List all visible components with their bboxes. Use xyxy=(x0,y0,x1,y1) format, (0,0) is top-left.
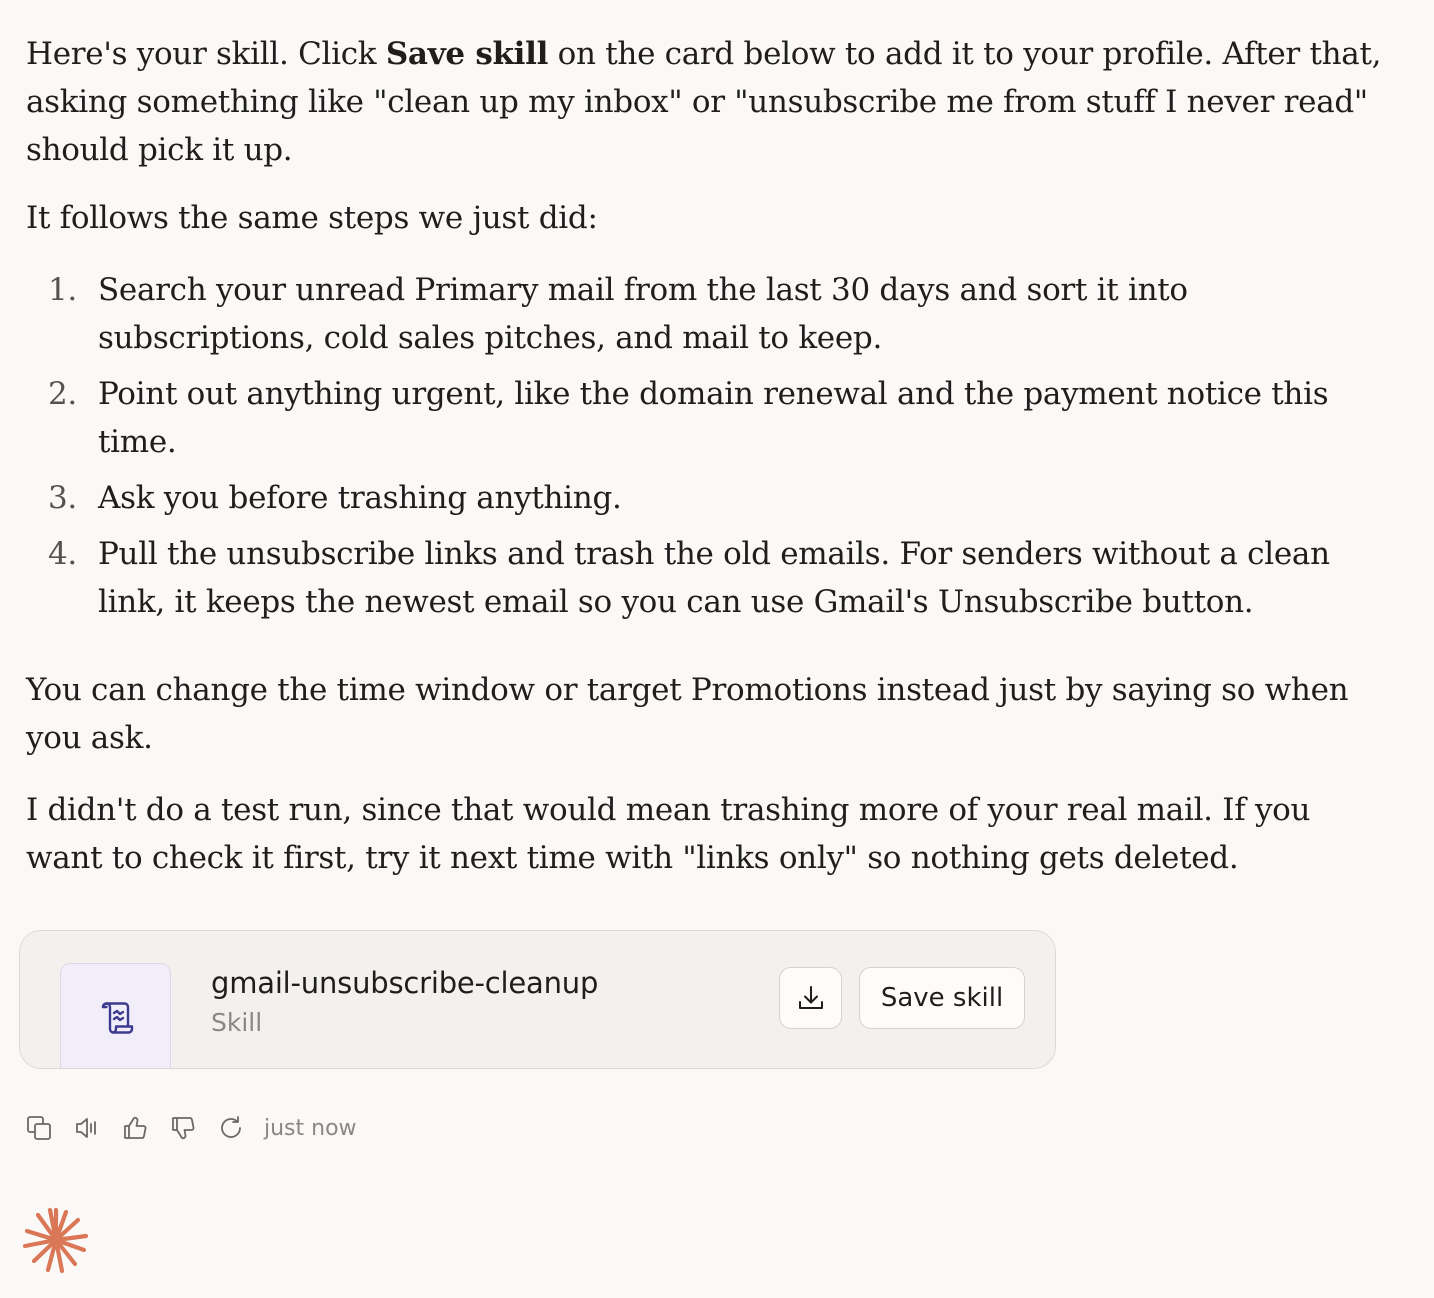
retry-icon xyxy=(221,1116,241,1138)
retry-button[interactable] xyxy=(216,1113,246,1143)
sparkle-logo-icon xyxy=(22,1207,89,1274)
list-item: 3. Ask you before trashing anything. xyxy=(26,474,1386,522)
list-item-text: Pull the unsubscribe links and trash the… xyxy=(98,536,1330,620)
thumbs-up-button[interactable] xyxy=(120,1113,150,1143)
save-skill-button[interactable]: Save skill xyxy=(859,967,1025,1029)
list-number: 1. xyxy=(48,272,77,308)
scroll-icon xyxy=(101,1002,134,1034)
list-number: 3. xyxy=(48,480,77,516)
download-button[interactable] xyxy=(779,967,842,1029)
claude-logo xyxy=(22,1206,90,1279)
list-item: 2. Point out anything urgent, like the d… xyxy=(26,370,1386,466)
list-item-text: Search your unread Primary mail from the… xyxy=(98,272,1188,356)
assistant-message: Here's your skill. Click Save skill on t… xyxy=(26,30,1386,882)
test-run-paragraph: I didn't do a test run, since that would… xyxy=(26,792,1311,876)
speaker-icon xyxy=(76,1118,96,1138)
download-icon xyxy=(798,986,823,1009)
skill-title: gmail-unsubscribe-cleanup xyxy=(211,966,599,1000)
list-number: 4. xyxy=(48,536,77,572)
steps-lead: It follows the same steps we just did: xyxy=(26,200,598,236)
list-item: 1. Search your unread Primary mail from … xyxy=(26,266,1386,362)
thumbs-up-icon xyxy=(124,1116,147,1139)
message-timestamp: just now xyxy=(264,1115,357,1141)
skill-thumbnail xyxy=(60,963,171,1068)
list-item-text: Point out anything urgent, like the doma… xyxy=(98,376,1329,460)
list-item-text: Ask you before trashing anything. xyxy=(98,480,622,516)
list-item: 4. Pull the unsubscribe links and trash … xyxy=(26,530,1386,626)
thumbs-down-button[interactable] xyxy=(168,1113,198,1143)
list-number: 2. xyxy=(48,376,77,412)
copy-icon xyxy=(27,1116,51,1140)
change-window-paragraph: You can change the time window or target… xyxy=(26,672,1349,756)
intro-bold-save-skill: Save skill xyxy=(385,36,549,72)
read-aloud-button[interactable] xyxy=(72,1113,102,1143)
skill-type-label: Skill xyxy=(211,1008,263,1037)
intro-text-before: Here's your skill. Click xyxy=(26,36,386,72)
copy-button[interactable] xyxy=(24,1113,54,1143)
message-actions: just now xyxy=(24,1111,357,1145)
intro-paragraph: Here's your skill. Click Save skill on t… xyxy=(26,30,1386,174)
skill-card[interactable]: gmail-unsubscribe-cleanup Skill Save ski… xyxy=(19,930,1056,1069)
steps-list: 1. Search your unread Primary mail from … xyxy=(26,266,1386,626)
thumbs-down-icon xyxy=(172,1117,195,1140)
